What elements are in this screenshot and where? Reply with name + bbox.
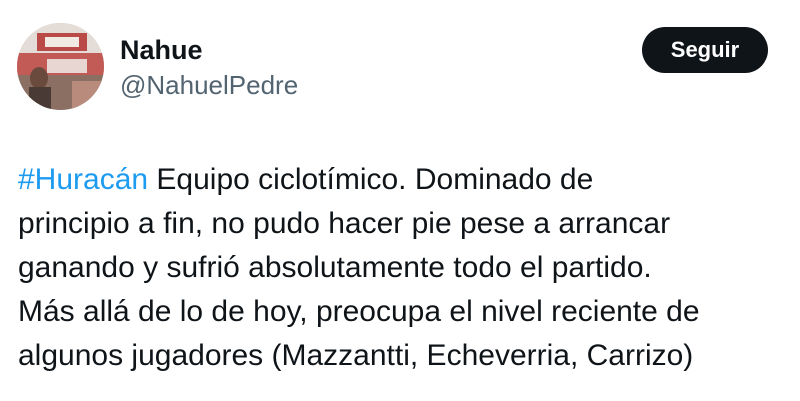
tweet-line-3: ganando y sufrió absolutamente todo el p…: [18, 251, 652, 284]
tweet-line-1: #Huracán Equipo ciclotímico. Dominado de: [18, 158, 788, 202]
avatar[interactable]: [17, 23, 104, 110]
tweet-line-1-text: Equipo ciclotímico. Dominado de: [148, 163, 594, 196]
tweet-card: Nahue @NahuelPedre Seguir #Huracán Equip…: [0, 0, 800, 401]
user-handle[interactable]: @NahuelPedre: [120, 69, 298, 101]
tweet-line-4: Más allá de lo de hoy, preocupa el nivel…: [18, 295, 700, 328]
hashtag-link[interactable]: #Huracán: [18, 163, 148, 196]
tweet-line-2: principio a fin, no pudo hacer pie pese …: [18, 207, 671, 240]
follow-button[interactable]: Seguir: [642, 27, 768, 73]
display-name[interactable]: Nahue: [120, 34, 203, 66]
tweet-text: #Huracán Equipo ciclotímico. Dominado de…: [18, 158, 788, 378]
tweet-line-5: algunos jugadores (Mazzantti, Echeverria…: [18, 339, 694, 372]
profile-photo-icon: [17, 23, 104, 110]
